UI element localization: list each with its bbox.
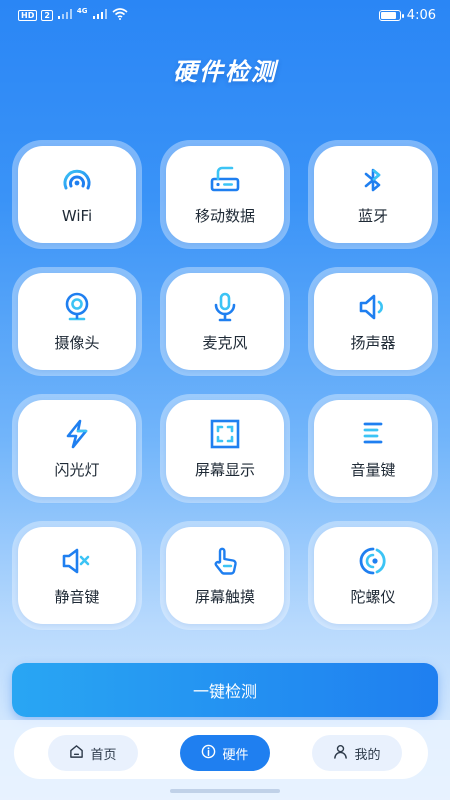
item-label: 陀螺仪 bbox=[350, 588, 396, 606]
nav-hardware[interactable]: 硬件 bbox=[180, 735, 270, 771]
item-camera[interactable]: 摄像头 bbox=[12, 267, 142, 376]
one-key-detect-button[interactable]: 一键检测 bbox=[12, 663, 438, 717]
router-icon bbox=[208, 163, 242, 197]
camera-icon bbox=[60, 290, 94, 324]
item-mobile-data[interactable]: 移动数据 bbox=[160, 140, 290, 249]
nav-mine[interactable]: 我的 bbox=[312, 735, 402, 771]
status-right: 4:06 bbox=[378, 7, 436, 23]
wifi-status-icon bbox=[112, 7, 128, 23]
microphone-icon bbox=[208, 290, 242, 324]
wifi-icon bbox=[60, 165, 94, 199]
item-label: 移动数据 bbox=[194, 207, 255, 225]
item-label: 屏幕触摸 bbox=[194, 588, 255, 606]
nav-hardware-label: 硬件 bbox=[222, 747, 249, 763]
item-speaker[interactable]: 扬声器 bbox=[308, 267, 438, 376]
hd-badge: HD bbox=[18, 9, 38, 21]
item-label: 屏幕显示 bbox=[194, 461, 255, 479]
item-label: 扬声器 bbox=[350, 334, 396, 352]
item-gyroscope[interactable]: 陀螺仪 bbox=[308, 521, 438, 630]
volume-key-icon bbox=[356, 417, 390, 451]
nav-home[interactable]: 首页 bbox=[48, 735, 138, 771]
item-flash[interactable]: 闪光灯 bbox=[12, 394, 142, 503]
item-screen-display[interactable]: 屏幕显示 bbox=[160, 394, 290, 503]
item-bluetooth[interactable]: 蓝牙 bbox=[308, 140, 438, 249]
nav-home-label: 首页 bbox=[90, 747, 117, 763]
item-microphone[interactable]: 麦克风 bbox=[160, 267, 290, 376]
speaker-icon bbox=[356, 290, 390, 324]
bluetooth-icon bbox=[356, 163, 390, 197]
nav-mine-label: 我的 bbox=[354, 747, 381, 763]
item-screen-touch[interactable]: 屏幕触摸 bbox=[160, 521, 290, 630]
home-icon bbox=[69, 744, 84, 763]
item-label: 麦克风 bbox=[202, 334, 248, 352]
mute-icon bbox=[60, 544, 94, 578]
status-bar: HD 2 4G 4:06 bbox=[0, 0, 450, 30]
flash-icon bbox=[60, 417, 94, 451]
clock: 4:06 bbox=[406, 7, 436, 23]
battery-icon bbox=[378, 9, 404, 21]
touch-hand-icon bbox=[208, 544, 242, 578]
page-title: 硬件检测 bbox=[173, 58, 277, 86]
sim-badge: 2 bbox=[41, 9, 53, 21]
item-label: 静音键 bbox=[54, 588, 100, 606]
gyroscope-icon bbox=[356, 544, 390, 578]
item-volume-key[interactable]: 音量键 bbox=[308, 394, 438, 503]
network-type: 4G bbox=[76, 7, 88, 15]
item-mute-key[interactable]: 静音键 bbox=[12, 521, 142, 630]
item-label: 闪光灯 bbox=[54, 461, 100, 479]
status-left: HD 2 4G bbox=[18, 7, 128, 23]
screen-frame-icon bbox=[208, 417, 242, 451]
info-icon bbox=[201, 744, 216, 763]
item-label: 蓝牙 bbox=[357, 207, 388, 225]
user-icon bbox=[333, 744, 348, 763]
item-label: 音量键 bbox=[350, 461, 396, 479]
hardware-grid: WiFi 移动数据 蓝牙 摄像头 麦克风 扬声器 闪光灯 屏幕显示 音量键 静音… bbox=[12, 140, 438, 630]
signal-icon bbox=[57, 8, 73, 23]
item-label: 摄像头 bbox=[54, 334, 100, 352]
bottom-nav: 首页 硬件 我的 bbox=[14, 727, 428, 779]
item-label: WiFi bbox=[61, 206, 93, 225]
home-indicator bbox=[170, 789, 280, 793]
signal-icon-2 bbox=[92, 8, 108, 23]
item-wifi[interactable]: WiFi bbox=[12, 140, 142, 249]
